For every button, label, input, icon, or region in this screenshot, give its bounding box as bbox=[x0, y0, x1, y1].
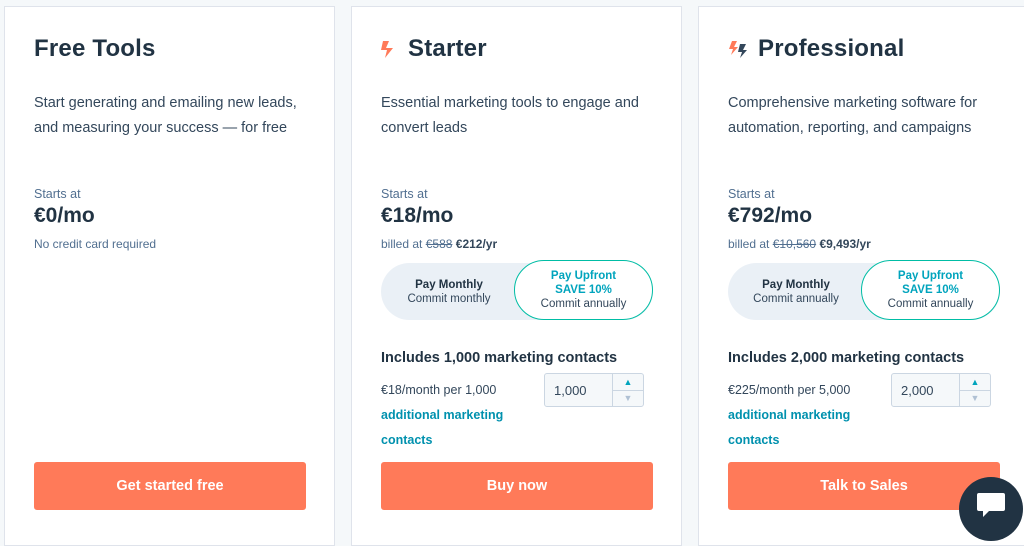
pay-monthly-label: Pay Monthly bbox=[762, 278, 830, 291]
pricing-card-starter: Starter Essential marketing tools to eng… bbox=[351, 6, 682, 546]
plan-description: Comprehensive marketing software for aut… bbox=[728, 95, 978, 136]
per-contacts-text: €225/month per 5,000 bbox=[728, 383, 851, 397]
chevron-down-icon[interactable]: ▼ bbox=[613, 390, 643, 406]
stepper-value[interactable]: 1,000 bbox=[554, 383, 587, 398]
starts-at-label: Starts at bbox=[728, 187, 775, 201]
contacts-pricing: €225/month per 5,000 additional marketin… bbox=[728, 378, 878, 453]
contacts-stepper[interactable]: 2,000 ▲ ▼ bbox=[891, 373, 991, 407]
commit-label: Commit annually bbox=[753, 292, 839, 305]
pricing-card-free: Free Tools Start generating and emailing… bbox=[4, 6, 335, 546]
chevron-up-icon[interactable]: ▲ bbox=[613, 374, 643, 391]
additional-contacts-link[interactable]: additional marketing contacts bbox=[728, 408, 850, 447]
contacts-pricing: €18/month per 1,000 additional marketing… bbox=[381, 378, 531, 453]
billed-prefix: billed at bbox=[381, 237, 423, 251]
contacts-title: Includes 2,000 marketing contacts bbox=[728, 350, 965, 366]
plan-header: Starter bbox=[381, 34, 487, 64]
plan-description: Essential marketing tools to engage and … bbox=[381, 95, 639, 136]
plan-description: Start generating and emailing new leads,… bbox=[34, 95, 297, 136]
plan-price: €792/mo bbox=[728, 204, 813, 227]
billed-note: billed at €588 €212/yr bbox=[381, 237, 497, 251]
pricing-card-professional: Professional Comprehensive marketing sof… bbox=[698, 6, 1024, 546]
additional-contacts-link[interactable]: additional marketing contacts bbox=[381, 408, 503, 447]
commit-label: Commit annually bbox=[887, 298, 974, 310]
pay-upfront-option[interactable]: Pay Upfront SAVE 10% Commit annually bbox=[861, 260, 1000, 320]
chat-launcher-button[interactable] bbox=[959, 477, 1023, 541]
no-card-note: No credit card required bbox=[34, 237, 157, 251]
plan-title: Free Tools bbox=[34, 35, 156, 62]
billing-toggle[interactable]: Pay Monthly Commit monthly Pay Upfront S… bbox=[381, 260, 653, 320]
chevron-down-icon[interactable]: ▼ bbox=[960, 390, 990, 406]
commit-label: Commit annually bbox=[540, 298, 627, 310]
plan-title: Professional bbox=[758, 35, 905, 62]
save-label: SAVE 10% bbox=[902, 284, 959, 296]
stepper-arrows: ▲ ▼ bbox=[612, 374, 643, 406]
save-label: SAVE 10% bbox=[555, 284, 612, 296]
get-started-free-button[interactable]: Get started free bbox=[34, 462, 306, 510]
plan-price: €18/mo bbox=[381, 204, 454, 227]
chevron-up-icon[interactable]: ▲ bbox=[960, 374, 990, 391]
stepper-arrows: ▲ ▼ bbox=[959, 374, 990, 406]
billed-prefix: billed at bbox=[728, 237, 770, 251]
sprocket-icon bbox=[381, 40, 398, 58]
billed-old-price: €10,560 bbox=[772, 237, 817, 251]
starts-at-label: Starts at bbox=[34, 187, 81, 201]
per-contacts-text: €18/month per 1,000 bbox=[381, 383, 497, 397]
plan-title: Starter bbox=[408, 35, 487, 62]
contacts-title: Includes 1,000 marketing contacts bbox=[381, 350, 618, 366]
buy-now-button[interactable]: Buy now bbox=[381, 462, 653, 510]
plan-header: Professional bbox=[728, 34, 904, 64]
pay-monthly-option[interactable]: Pay Monthly Commit monthly bbox=[381, 263, 517, 320]
stepper-value[interactable]: 2,000 bbox=[901, 383, 934, 398]
pay-monthly-label: Pay Monthly bbox=[415, 278, 483, 291]
billed-new-price: €9,493/yr bbox=[819, 237, 871, 251]
plan-header: Free Tools bbox=[34, 34, 156, 64]
pay-upfront-label: Pay Upfront bbox=[550, 270, 617, 282]
pay-monthly-option[interactable]: Pay Monthly Commit annually bbox=[728, 263, 864, 320]
billed-old-price: €588 bbox=[425, 237, 453, 251]
contacts-stepper[interactable]: 1,000 ▲ ▼ bbox=[544, 373, 644, 407]
billed-note: billed at €10,560 €9,493/yr bbox=[728, 237, 871, 251]
billing-toggle[interactable]: Pay Monthly Commit annually Pay Upfront … bbox=[728, 260, 1000, 320]
plan-price: €0/mo bbox=[34, 204, 95, 227]
commit-label: Commit monthly bbox=[407, 292, 491, 305]
billed-new-price: €212/yr bbox=[455, 237, 498, 251]
starts-at-label: Starts at bbox=[381, 187, 428, 201]
chat-bubble-icon bbox=[977, 493, 1005, 517]
pay-upfront-option[interactable]: Pay Upfront SAVE 10% Commit annually bbox=[514, 260, 653, 320]
double-sprocket-icon bbox=[728, 40, 748, 58]
pay-upfront-label: Pay Upfront bbox=[897, 270, 964, 282]
